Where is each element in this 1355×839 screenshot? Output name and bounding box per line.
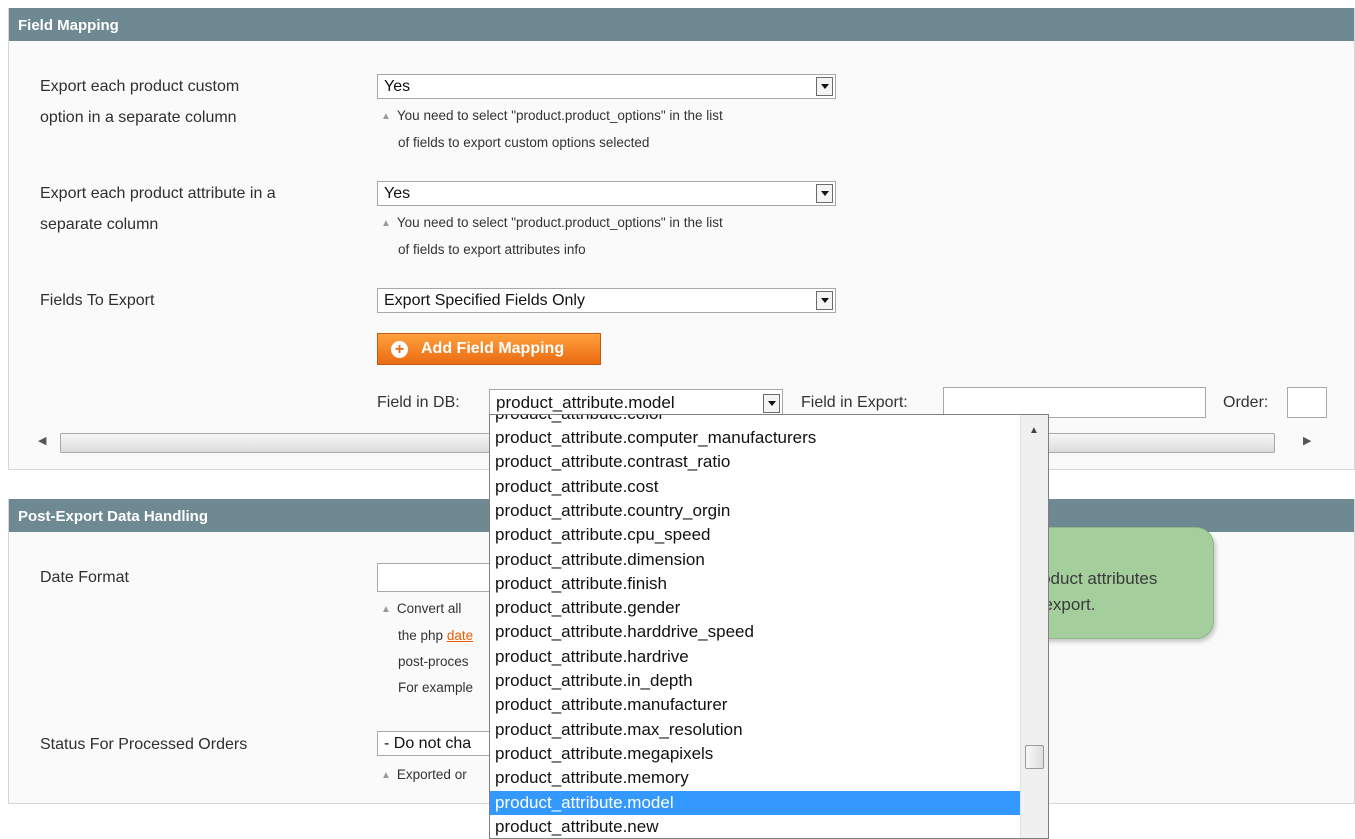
dropdown-scrollbar[interactable]: ▲ (1020, 415, 1048, 838)
dropdown-option[interactable]: product_attribute.computer_manufacturers (490, 426, 1021, 450)
field-in-db-dropdown-list[interactable]: product_attribute.colorproduct_attribute… (489, 414, 1049, 839)
fields-to-export-label: Fields To Export (40, 292, 155, 309)
dropdown-option[interactable]: product_attribute.finish (490, 572, 1021, 596)
order-input[interactable] (1287, 387, 1327, 418)
order-label: Order: (1223, 394, 1269, 411)
dropdown-option[interactable]: product_attribute.model (490, 790, 1021, 815)
dropdown-option[interactable]: product_attribute.gender (490, 596, 1021, 620)
dropdown-option[interactable]: product_attribute.max_resolution (490, 718, 1021, 742)
dropdown-option[interactable]: product_attribute.harddrive_speed (490, 620, 1021, 644)
triangle-note-icon: ▲ (381, 111, 391, 122)
dropdown-option[interactable]: product_attribute.color (490, 415, 1021, 426)
triangle-note-icon: ▲ (381, 604, 391, 615)
dropdown-option[interactable]: product_attribute.in_depth (490, 669, 1021, 693)
dropdown-option[interactable]: product_attribute.manufacturer (490, 693, 1021, 717)
field-in-db-label: Field in DB: (377, 394, 460, 411)
custom-option-note: ▲ You need to select "product.product_opt… (381, 108, 723, 150)
dropdown-arrow-icon[interactable] (816, 77, 833, 96)
dropdown-option[interactable]: product_attribute.memory (490, 766, 1021, 790)
dropdown-arrow-icon[interactable] (763, 394, 780, 413)
field-in-db-select[interactable]: product_attribute.model (489, 389, 783, 417)
dropdown-option[interactable]: product_attribute.country_orgin (490, 499, 1021, 523)
dropdown-scroll-thumb[interactable] (1025, 745, 1044, 769)
dropdown-option[interactable]: product_attribute.megapixels (490, 742, 1021, 766)
scroll-left-icon[interactable]: ◀ (38, 434, 46, 447)
scroll-right-icon[interactable]: ▶ (1303, 434, 1311, 447)
dropdown-option[interactable]: product_attribute.cost (490, 475, 1021, 499)
fields-to-export-select[interactable]: Export Specified Fields Only (377, 288, 836, 313)
triangle-note-icon: ▲ (381, 218, 391, 229)
status-select[interactable]: - Do not cha (377, 731, 507, 756)
date-format-label: Date Format (40, 569, 129, 586)
custom-option-select[interactable]: Yes (377, 74, 836, 99)
status-label: Status For Processed Orders (40, 736, 248, 753)
plus-circle-icon: + (391, 341, 408, 358)
dropdown-option[interactable]: product_attribute.cpu_speed (490, 523, 1021, 547)
attribute-label: Export each product attribute in a separ… (40, 185, 276, 233)
date-format-note: ▲ Convert all the php date post-proces Fo… (381, 601, 474, 695)
status-note: ▲ Exported or (381, 767, 467, 782)
dropdown-option[interactable]: product_attribute.hardrive (490, 645, 1021, 669)
add-field-mapping-button[interactable]: + Add Field Mapping (377, 333, 601, 365)
field-in-export-label: Field in Export: (801, 394, 908, 411)
dropdown-arrow-icon[interactable] (816, 184, 833, 203)
dropdown-option[interactable]: product_attribute.new (490, 815, 1021, 838)
field-mapping-title: Field Mapping (9, 8, 1354, 41)
date-format-input[interactable] (377, 563, 497, 592)
triangle-note-icon: ▲ (381, 770, 391, 781)
custom-option-label: Export each product custom option in a s… (40, 78, 240, 126)
attribute-select[interactable]: Yes (377, 181, 836, 206)
scroll-up-icon[interactable]: ▲ (1029, 425, 1039, 436)
dropdown-arrow-icon[interactable] (816, 291, 833, 310)
dropdown-option[interactable]: product_attribute.contrast_ratio (490, 450, 1021, 474)
attribute-note: ▲ You need to select "product.product_opt… (381, 215, 723, 257)
date-doc-link[interactable]: date (447, 628, 473, 643)
dropdown-option[interactable]: product_attribute.dimension (490, 548, 1021, 572)
